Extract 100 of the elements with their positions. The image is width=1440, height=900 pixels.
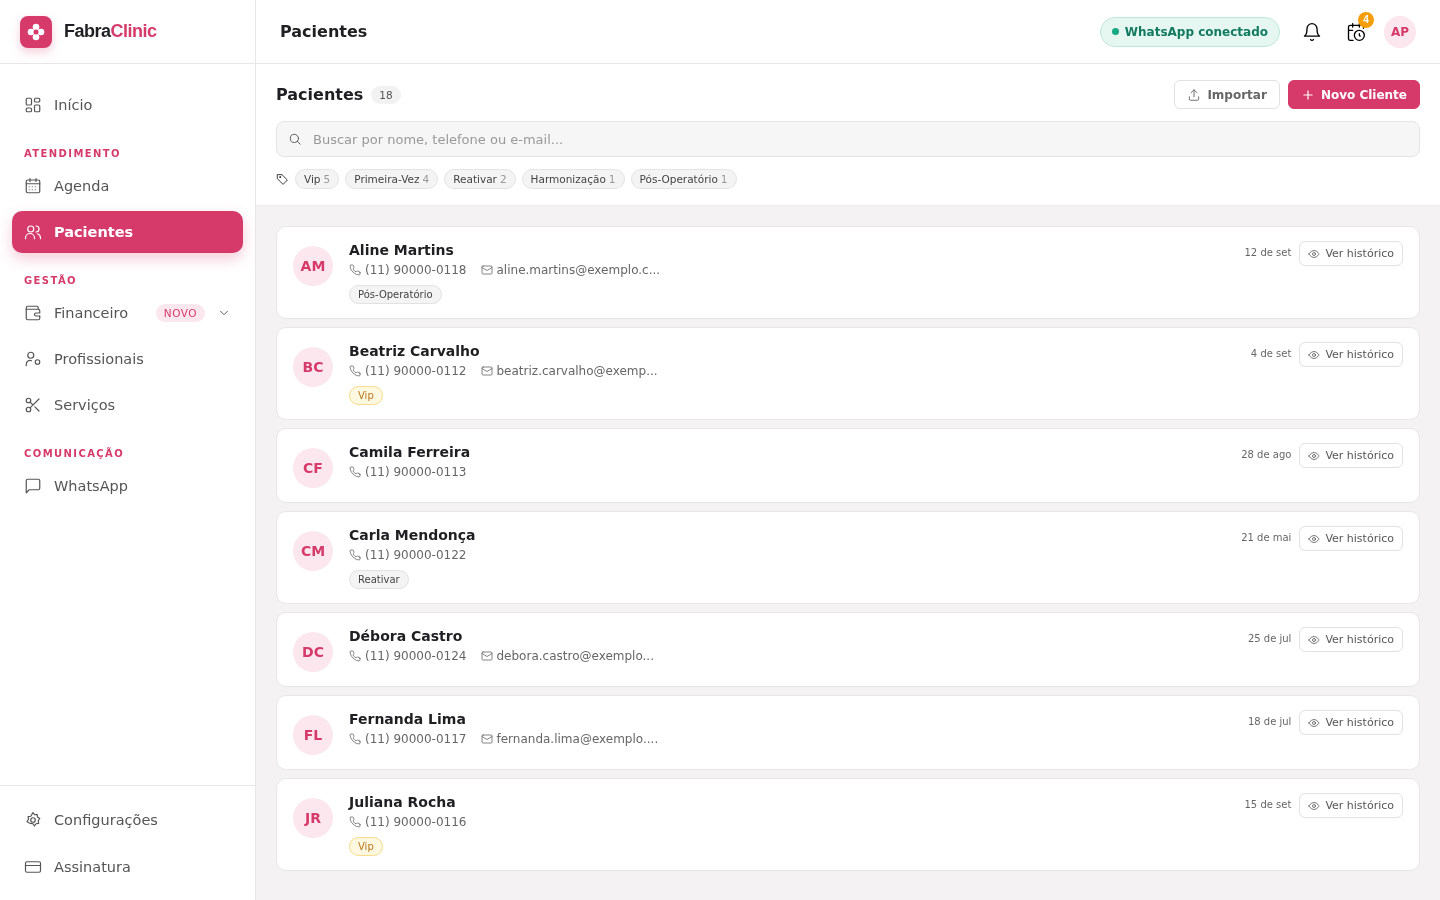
patient-card[interactable]: DC Débora Castro (11) 90000-0124 debora.castro@exemplo... 25 de jul Ver histórico [276,612,1420,687]
eye-icon [1308,348,1321,361]
eye-icon [1308,799,1321,812]
patient-card[interactable]: CM Carla Mendonça (11) 90000-0122 Reativar 21 de mai Ver histórico [276,511,1420,604]
status-pill: WhatsApp conectado [1099,16,1280,47]
users-icon [24,223,42,241]
email-address: debora.castro@exemplo... [496,649,654,663]
tag-icon [276,172,289,186]
tag-filter[interactable]: Vip 5 [295,169,340,189]
eye-icon [1308,532,1321,545]
last-visit-date: 21 de mai [1241,532,1292,543]
email-address: aline.martins@exemplo.c... [496,263,661,277]
search-icon [288,132,302,146]
user-avatar[interactable]: AP [1384,15,1416,48]
mail-icon [480,264,493,276]
phone-icon [349,264,361,276]
patient-name: Aline Martins [349,242,455,258]
calendar-clock-icon [1346,21,1366,42]
mail-icon [480,365,493,377]
nav-item[interactable]: Assinatura [12,843,243,890]
patient-tag: Reativar [349,570,409,589]
tag-filter[interactable]: Primeira-Vez 4 [345,169,439,189]
patient-avatar: CF [293,448,333,488]
eye-icon [1308,716,1321,729]
last-visit-date: 25 de jul [1247,633,1292,644]
plus-icon [1300,87,1315,102]
user-gear-icon [24,350,42,368]
logo-icon [20,15,52,48]
history-button[interactable]: Ver histórico [1299,443,1403,468]
email-address: fernanda.lima@exemplo.... [496,732,659,746]
history-button[interactable]: Ver histórico [1299,241,1403,266]
mail-icon [480,733,493,745]
phone-number: (11) 90000-0113 [365,465,467,479]
patient-tag: Vip [349,386,383,405]
last-visit-date: 4 de set [1250,348,1292,359]
last-visit-date: 12 de set [1244,247,1292,258]
tag-filter[interactable]: Reativar 2 [444,169,516,189]
search-field[interactable]: Buscar por nome, telefone ou e-mail... [276,121,1420,157]
history-button[interactable]: Ver histórico [1299,793,1403,818]
history-button[interactable]: Ver histórico [1299,342,1403,367]
calendar-icon [24,177,42,195]
history-button[interactable]: Ver histórico [1299,526,1403,551]
patient-card[interactable]: CF Camila Ferreira (11) 90000-0113 28 de ago Ver histórico [276,428,1420,503]
phone-icon [349,549,361,561]
email-address: beatriz.carvalho@exemp... [496,364,658,378]
eye-icon [1308,247,1321,260]
nav-item[interactable]: WhatsApp [12,465,243,507]
eye-icon [1308,449,1321,462]
patient-name: Camila Ferreira [349,444,472,460]
section-heading: ATENDIMENTO [23,148,122,159]
patient-avatar: FL [293,715,333,755]
patient-card[interactable]: FL Fernanda Lima (11) 90000-0117 fernanda.lima@exemplo.... 18 de jul Ver histórico [276,695,1420,770]
patient-card[interactable]: BC Beatriz Carvalho (11) 90000-0112 beatriz.carvalho@exemp... Vip 4 de set Ver histórico [276,327,1420,420]
patient-name: Juliana Rocha [349,794,457,810]
upload-icon [1187,87,1202,102]
last-visit-date: 15 de set [1244,799,1292,810]
patient-avatar: JR [293,798,333,838]
last-visit-date: 28 de ago [1241,449,1292,460]
chat-icon [24,477,42,495]
nav-item[interactable]: Financeiro NOVO [12,292,243,334]
eye-icon [1308,633,1321,646]
patient-name: Débora Castro [349,628,464,644]
settings-icon [24,810,42,829]
history-button[interactable]: Ver histórico [1299,710,1403,735]
phone-number: (11) 90000-0122 [365,548,467,562]
phone-number: (11) 90000-0117 [365,732,467,746]
phone-icon [349,733,361,745]
patient-name: Carla Mendonça [349,527,477,543]
mail-icon [480,650,493,662]
page-title: Pacientes [280,22,369,41]
patient-avatar: CM [293,531,333,571]
patient-card[interactable]: AM Aline Martins (11) 90000-0118 aline.martins@exemplo.c... Pós-Operatório 12 de set Ver histórico [276,226,1420,319]
import-button[interactable]: Importar [1174,80,1280,109]
nav-item[interactable]: Pacientes [12,211,243,253]
patient-card[interactable]: JR Juliana Rocha (11) 90000-0116 Vip 15 de set Ver histórico [276,778,1420,871]
nav-item[interactable]: Profissionais [12,338,243,380]
nav-item[interactable]: Configurações [12,796,243,843]
wallet-icon [24,304,42,322]
phone-icon [349,650,361,662]
tag-filter[interactable]: Pós-Operatório 1 [630,169,737,189]
patient-name: Fernanda Lima [349,711,467,727]
nav-item[interactable]: Serviços [12,384,243,426]
history-button[interactable]: Ver histórico [1299,627,1403,652]
grid-icon [24,96,42,114]
phone-icon [349,466,361,478]
patient-avatar: AM [293,246,333,286]
bell-icon [1302,21,1322,42]
nav-item[interactable]: Início [12,84,243,126]
patient-name: Beatriz Carvalho [349,343,481,359]
count-badge: 18 [371,85,401,104]
last-visit-date: 18 de jul [1247,716,1292,727]
nav-item[interactable]: Agenda [12,165,243,207]
patient-tag: Vip [349,837,383,856]
new-client-button[interactable]: Novo Cliente [1287,80,1420,109]
patient-avatar: DC [293,632,333,672]
tag-filter[interactable]: Harmonização 1 [521,169,625,189]
patient-avatar: BC [293,347,333,387]
scissors-icon [24,396,42,414]
phone-number: (11) 90000-0112 [365,364,467,378]
section-heading: COMUNICAÇÃO [23,448,126,459]
